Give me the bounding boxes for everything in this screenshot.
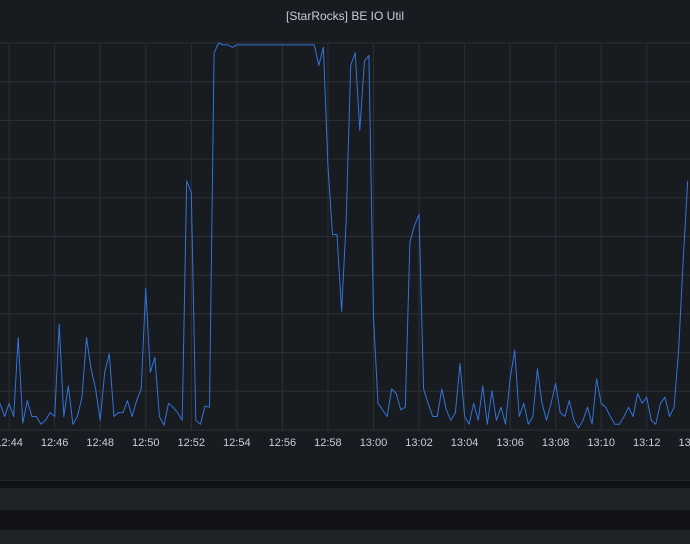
x-tick-label: 12:48 xyxy=(86,437,114,449)
io-util-chart[interactable]: 12:44 12:46 12:48 12:50 12:52 12:54 12:56 12:58… xyxy=(0,0,690,480)
x-tick-label: 12:58 xyxy=(314,437,342,449)
panel: [StarRocks] BE IO Util 12:4412:4612:4812… xyxy=(0,0,690,481)
chart-series xyxy=(0,42,689,429)
x-tick-label: 13:04 xyxy=(451,437,479,449)
bottom-panel-row-2 xyxy=(0,530,690,544)
x-tick-label: 12:56 xyxy=(269,437,297,449)
x-tick-label: 13:00 xyxy=(360,437,388,449)
x-tick-label: 12:50 xyxy=(132,437,160,449)
x-tick-label: 12:44 xyxy=(0,437,23,449)
x-tick-label: 13:12 xyxy=(633,437,661,449)
x-tick-label: 12:52 xyxy=(178,437,206,449)
x-tick-label: 13:02 xyxy=(405,437,433,449)
x-axis-ticks: 12:44 12:46 12:48 12:50 12:52 12:54 12:56 12:58… xyxy=(0,437,690,449)
x-tick-label: 13:14 xyxy=(679,437,690,449)
x-tick-label: 13:10 xyxy=(587,437,615,449)
x-tick-label: 12:54 xyxy=(223,437,251,449)
bottom-panel-row xyxy=(0,488,690,510)
x-tick-label: 13:06 xyxy=(496,437,524,449)
series-line[interactable] xyxy=(0,42,689,429)
x-tick-label: 13:08 xyxy=(542,437,570,449)
x-tick-label: 12:46 xyxy=(41,437,69,449)
